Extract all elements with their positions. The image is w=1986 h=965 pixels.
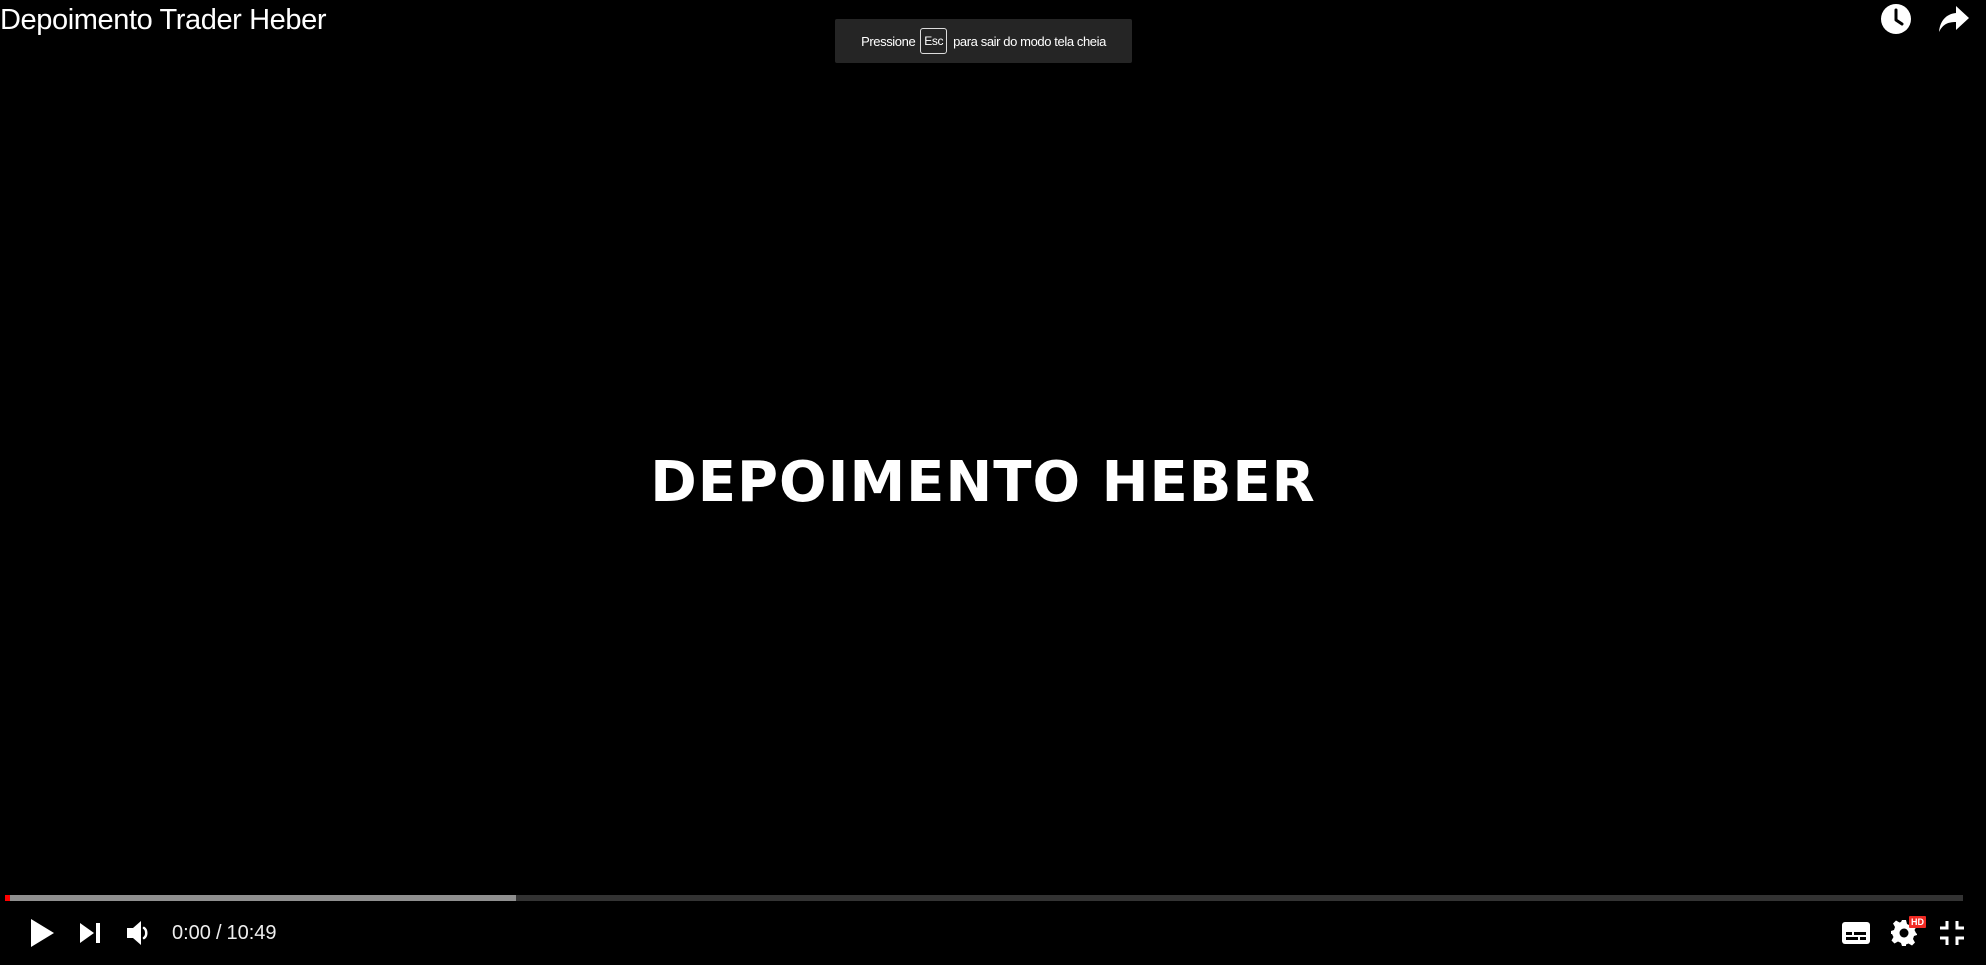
fullscreen-exit-toast: Pressione Esc para sair do modo tela che… [835, 19, 1132, 63]
share-arrow-icon [1939, 6, 1969, 32]
play-icon [31, 919, 54, 947]
play-button[interactable] [18, 909, 66, 957]
toast-prefix: Pressione [861, 33, 916, 49]
next-icon [80, 923, 100, 943]
next-button[interactable] [66, 909, 114, 957]
clock-icon [1881, 4, 1911, 34]
toast-suffix: para sair do modo tela cheia [953, 33, 1106, 49]
subtitles-icon [1842, 922, 1870, 944]
progress-bar[interactable] [5, 895, 1963, 901]
exit-fullscreen-button[interactable] [1928, 909, 1976, 957]
exit-fullscreen-icon [1940, 921, 1964, 945]
video-frame-text: DEPOIMENTO HEBER [650, 450, 1316, 515]
time-separator: / [215, 922, 222, 944]
video-player[interactable]: Depoimento Trader Heber Pressione Esc pa… [0, 0, 1986, 965]
settings-button[interactable]: HD [1880, 909, 1928, 957]
left-controls: 0:00/10:49 [0, 909, 277, 957]
control-bar: 0:00/10:49 HD [0, 908, 1986, 958]
video-title[interactable]: Depoimento Trader Heber [0, 2, 326, 38]
progress-played [5, 895, 10, 901]
subtitles-button[interactable] [1832, 909, 1880, 957]
current-time: 0:00 [172, 922, 211, 944]
volume-icon [127, 921, 148, 945]
top-actions [1878, 0, 1972, 38]
time-display: 0:00/10:49 [172, 909, 277, 957]
watch-later-button[interactable] [1878, 0, 1914, 38]
mute-button[interactable] [114, 909, 162, 957]
esc-key-label: Esc [920, 28, 948, 54]
hd-badge: HD [1909, 916, 1926, 928]
duration: 10:49 [226, 922, 277, 944]
progress-buffered [5, 895, 517, 901]
share-button[interactable] [1936, 0, 1972, 38]
right-controls: HD [1832, 909, 1986, 957]
